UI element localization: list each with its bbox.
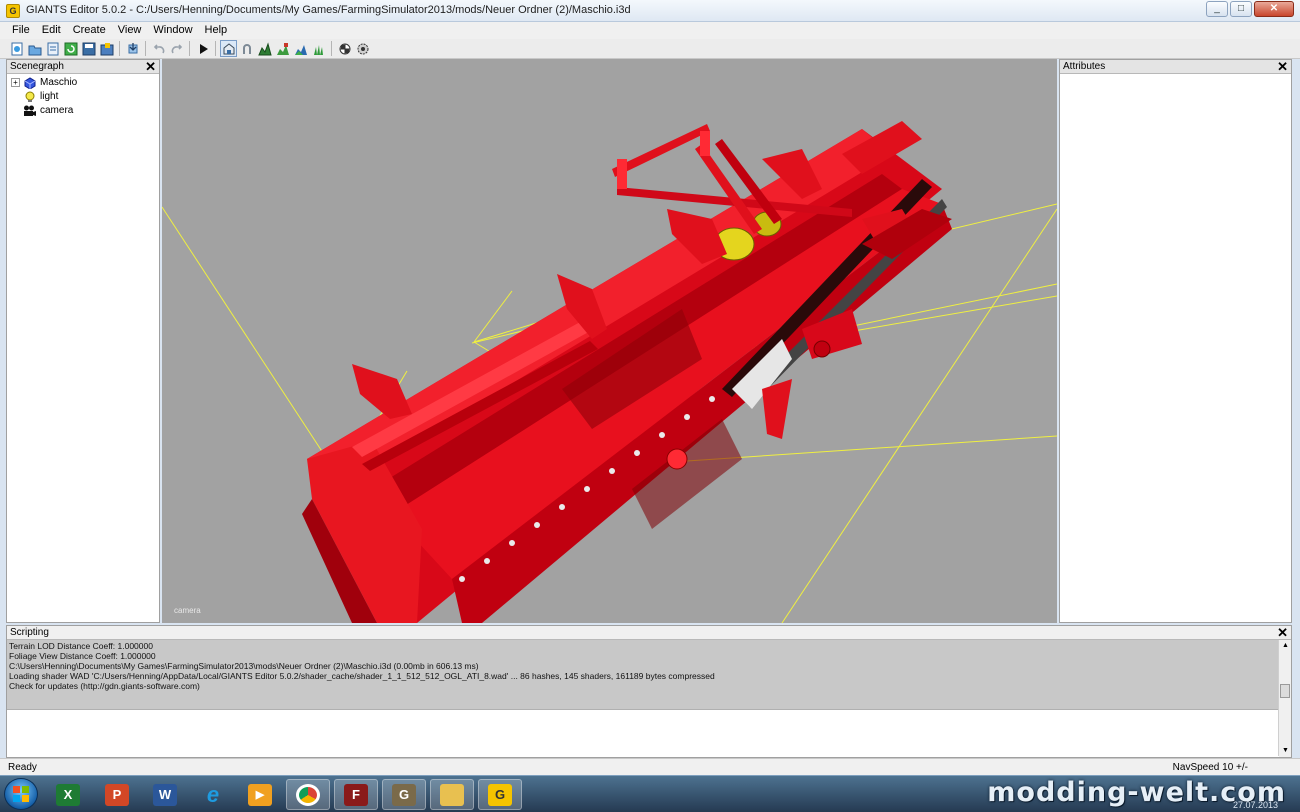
log-line: Foliage View Distance Coeff: 1.000000 bbox=[9, 651, 156, 661]
play-icon[interactable] bbox=[194, 40, 211, 57]
menu-window[interactable]: Window bbox=[147, 22, 198, 39]
powerpoint-icon[interactable]: P bbox=[95, 779, 139, 810]
undo-icon[interactable] bbox=[150, 40, 167, 57]
attributes-panel: Attributes ✕ bbox=[1059, 59, 1292, 623]
scroll-down-icon[interactable]: ▼ bbox=[1282, 747, 1289, 754]
excel-icon[interactable]: X bbox=[46, 779, 90, 810]
media-player-icon[interactable]: ▶ bbox=[238, 779, 282, 810]
transform-group-icon bbox=[23, 76, 36, 89]
log-line: Loading shader WAD 'C:/Users/Henning/App… bbox=[9, 671, 715, 681]
menu-view[interactable]: View bbox=[112, 22, 148, 39]
scroll-thumb[interactable] bbox=[1280, 684, 1290, 698]
menu-bar: File Edit Create View Window Help bbox=[0, 22, 1300, 39]
status-bar: Ready NavSpeed 10 +/- bbox=[0, 758, 1300, 775]
status-text: Ready bbox=[8, 762, 37, 773]
open-icon[interactable] bbox=[26, 40, 43, 57]
reload-icon[interactable] bbox=[62, 40, 79, 57]
save-as-icon[interactable] bbox=[44, 40, 61, 57]
3d-viewport[interactable]: camera bbox=[162, 59, 1057, 623]
window-title: GIANTS Editor 5.0.2 - C:/Users/Henning/D… bbox=[26, 4, 631, 16]
maximize-button[interactable]: □ bbox=[1230, 1, 1252, 17]
tree-node-light[interactable]: light bbox=[11, 90, 58, 103]
tree-node-camera[interactable]: camera bbox=[11, 104, 73, 117]
maschio-mower-model bbox=[302, 121, 952, 623]
terrain-paint-icon[interactable] bbox=[274, 40, 291, 57]
tree-node-maschio[interactable]: + Maschio bbox=[11, 76, 77, 89]
menu-create[interactable]: Create bbox=[67, 22, 112, 39]
scenegraph-close-button[interactable]: ✕ bbox=[145, 59, 156, 75]
settings-icon[interactable] bbox=[354, 40, 371, 57]
foliage-paint-icon[interactable] bbox=[292, 40, 309, 57]
internet-explorer-icon[interactable]: e bbox=[191, 779, 235, 810]
export-icon[interactable] bbox=[98, 40, 115, 57]
minimize-button[interactable]: _ bbox=[1206, 1, 1228, 17]
scenegraph-panel: Scenegraph ✕ + Maschio light camera bbox=[6, 59, 160, 623]
giants-app-icon: G bbox=[6, 4, 20, 18]
save-icon[interactable] bbox=[80, 40, 97, 57]
log-line: C:\Users\Henning\Documents\My Games\Farm… bbox=[9, 661, 479, 671]
scripting-panel: Scripting ✕ Terrain LOD Distance Coeff: … bbox=[6, 625, 1292, 758]
toolbar bbox=[0, 39, 1300, 59]
grass-paint-icon[interactable] bbox=[310, 40, 327, 57]
menu-file[interactable]: File bbox=[6, 22, 36, 39]
scripting-header: Scripting ✕ bbox=[7, 625, 1291, 641]
menu-edit[interactable]: Edit bbox=[36, 22, 67, 39]
word-icon[interactable]: W bbox=[143, 779, 187, 810]
scripting-close-button[interactable]: ✕ bbox=[1277, 625, 1288, 641]
tree-node-label: light bbox=[40, 91, 59, 102]
scene-render bbox=[162, 121, 1057, 623]
log-scrollbar[interactable]: ▲ ▼ bbox=[1278, 640, 1291, 756]
grid-icon[interactable] bbox=[336, 40, 353, 57]
tree-node-label: Maschio bbox=[40, 77, 78, 88]
gimp-icon[interactable]: G bbox=[382, 779, 426, 810]
log-line: Check for updates (http://gdn.giants-sof… bbox=[9, 681, 200, 691]
select-mode-icon[interactable] bbox=[220, 40, 237, 57]
clock-date: 27.07.2013 bbox=[1232, 800, 1278, 810]
scenegraph-header: Scenegraph ✕ bbox=[7, 59, 159, 75]
light-bulb-icon bbox=[23, 91, 36, 103]
terrain-sculpt-icon[interactable] bbox=[256, 40, 273, 57]
windows-logo-icon bbox=[13, 786, 29, 802]
attributes-close-button[interactable]: ✕ bbox=[1277, 59, 1288, 75]
farming-simulator-icon[interactable]: F bbox=[334, 779, 378, 810]
move-mode-icon[interactable] bbox=[238, 40, 255, 57]
file-explorer-icon[interactable] bbox=[430, 779, 474, 810]
menu-help[interactable]: Help bbox=[199, 22, 234, 39]
log-line: Terrain LOD Distance Coeff: 1.000000 bbox=[9, 641, 153, 651]
script-input[interactable] bbox=[7, 709, 1279, 757]
scenegraph-title: Scenegraph bbox=[10, 61, 64, 72]
scroll-up-icon[interactable]: ▲ bbox=[1282, 642, 1289, 649]
windows-taskbar: X P W e ▶ F G G modding-welt.com 27.07.2… bbox=[0, 775, 1300, 812]
nav-speed: NavSpeed 10 +/- bbox=[1172, 762, 1248, 773]
expand-toggle[interactable]: + bbox=[11, 78, 20, 87]
new-icon[interactable] bbox=[8, 40, 25, 57]
title-bar: G GIANTS Editor 5.0.2 - C:/Users/Henning… bbox=[0, 0, 1300, 22]
attributes-title: Attributes bbox=[1063, 61, 1106, 72]
tree-node-label: camera bbox=[40, 105, 74, 116]
redo-icon[interactable] bbox=[168, 40, 185, 57]
attributes-header: Attributes ✕ bbox=[1060, 59, 1291, 75]
close-button[interactable]: ✕ bbox=[1254, 1, 1294, 17]
giants-editor-icon[interactable]: G bbox=[478, 779, 522, 810]
start-button[interactable] bbox=[4, 778, 38, 810]
camera-label: camera bbox=[174, 606, 201, 615]
scripting-title: Scripting bbox=[10, 627, 49, 638]
import-icon[interactable] bbox=[124, 40, 141, 57]
chrome-icon[interactable] bbox=[286, 779, 330, 810]
camera-icon bbox=[23, 105, 36, 117]
